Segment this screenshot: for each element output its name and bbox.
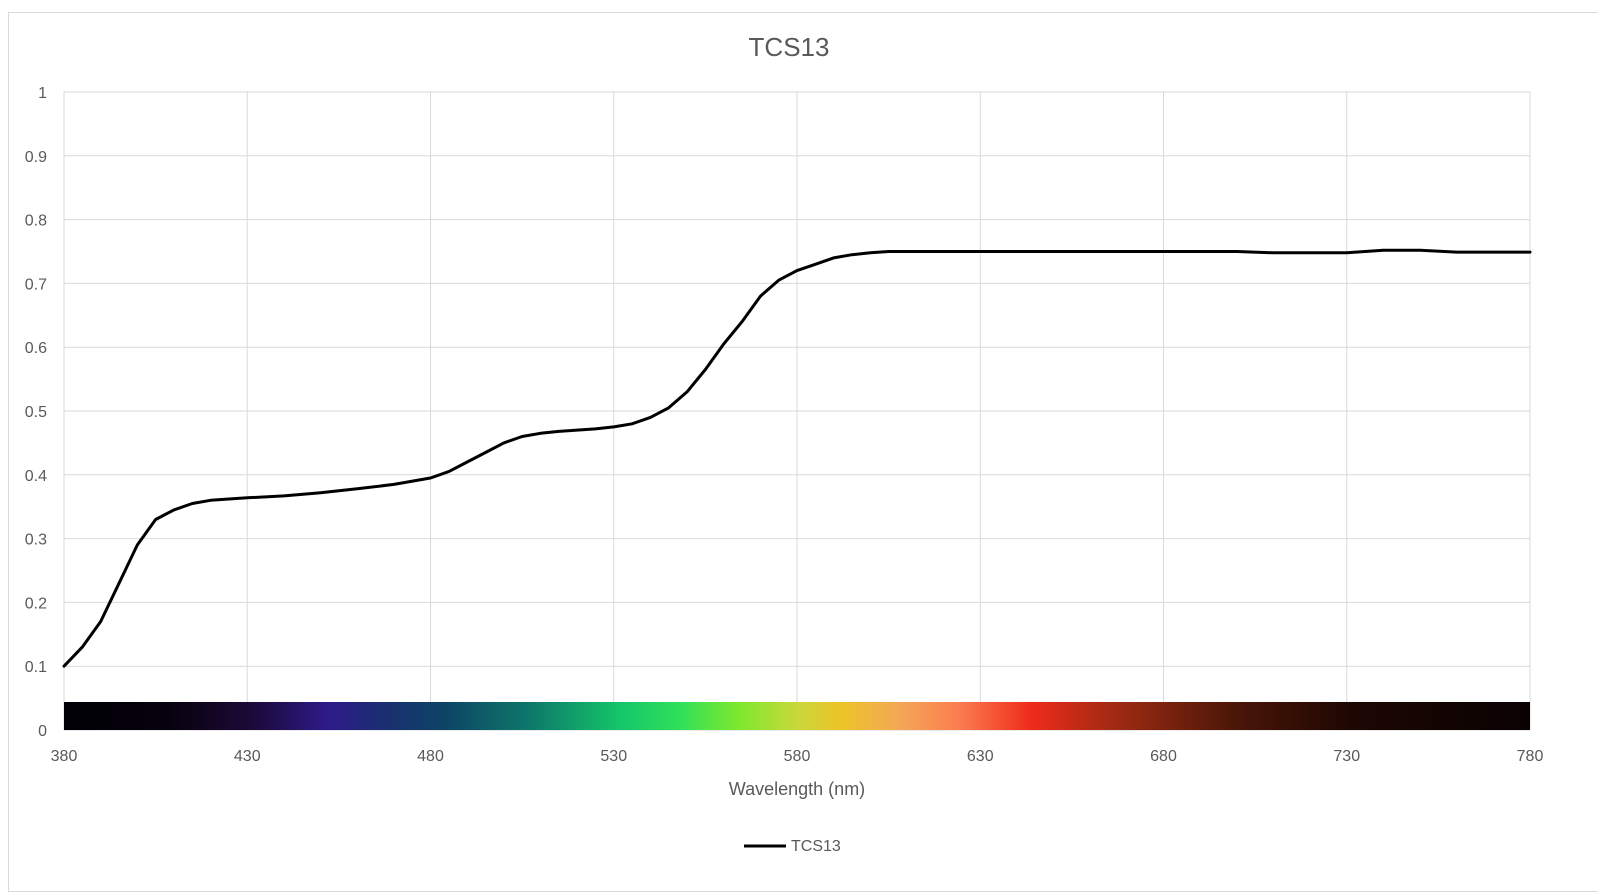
y-tick-label: 0.5 <box>25 404 47 421</box>
x-tick-label: 430 <box>234 748 261 765</box>
y-tick-label: 0.9 <box>25 149 47 166</box>
y-tick-label: 0.8 <box>25 213 47 230</box>
x-axis-ticks: 380 430 480 530 580 630 680 730 780 <box>51 748 1544 765</box>
gridlines <box>63 91 1531 731</box>
chart-title: TCS13 <box>749 32 830 62</box>
y-tick-label: 0.1 <box>25 659 47 676</box>
legend-label-tcs13: TCS13 <box>791 838 841 855</box>
x-axis-label: Wavelength (nm) <box>729 779 865 799</box>
y-axis-ticks: 0 0.1 0.2 0.3 0.4 0.5 0.6 0.7 0.8 0.9 1 <box>25 85 47 740</box>
y-tick-label: 0.6 <box>25 340 47 357</box>
x-tick-label: 680 <box>1150 748 1177 765</box>
y-tick-label: 0.7 <box>25 276 47 293</box>
x-tick-label: 380 <box>51 748 78 765</box>
y-tick-label: 0.2 <box>25 595 47 612</box>
chart-svg: TCS13 0 0.1 0.2 0.3 0.4 0.5 0.6 0.7 0.8 0.9 1 380 4… <box>25 32 1544 855</box>
y-tick-label: 0.4 <box>25 468 47 485</box>
y-tick-label: 1 <box>38 85 47 102</box>
x-tick-label: 530 <box>600 748 627 765</box>
legend: TCS13 <box>744 838 841 855</box>
x-tick-label: 480 <box>417 748 444 765</box>
x-tick-label: 630 <box>967 748 994 765</box>
x-tick-label: 580 <box>784 748 811 765</box>
spectrum-bar <box>64 702 1530 730</box>
x-tick-label: 730 <box>1333 748 1360 765</box>
y-tick-label: 0.3 <box>25 532 47 549</box>
y-tick-label: 0 <box>38 723 47 740</box>
x-tick-label: 780 <box>1517 748 1544 765</box>
